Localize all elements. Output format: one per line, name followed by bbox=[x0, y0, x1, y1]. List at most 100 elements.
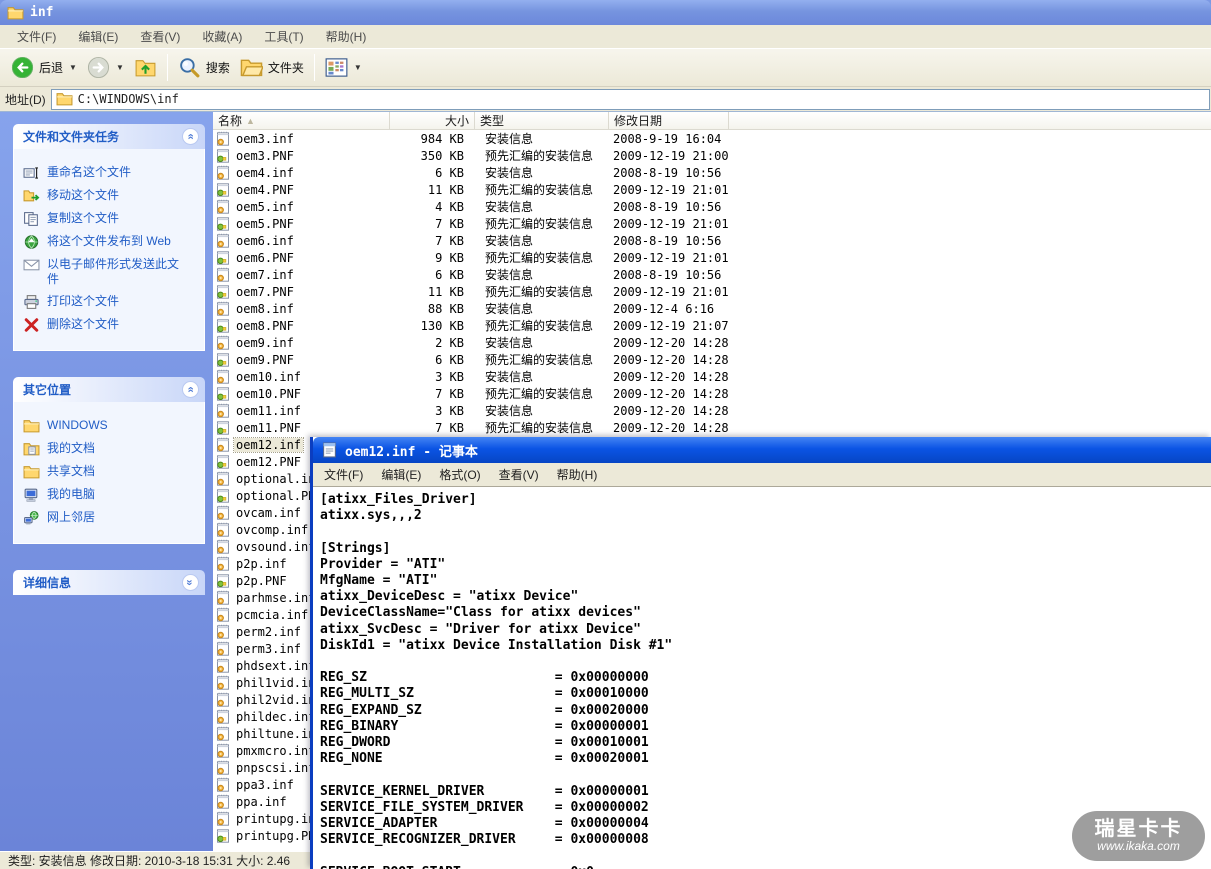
file-row[interactable]: oem5.inf4 KB安装信息2008-8-19 10:56 bbox=[213, 198, 1211, 215]
menu-item[interactable]: 收藏(A) bbox=[191, 25, 253, 48]
column-header-1[interactable]: 大小 bbox=[390, 112, 475, 129]
notepad-text[interactable]: [atixx_Files_Driver] atixx.sys,,,2 [Stri… bbox=[320, 492, 1211, 869]
file-date-cell: 2008-8-19 10:56 bbox=[609, 268, 729, 282]
file-row[interactable]: oem9.PNF6 KB预先汇编的安装信息2009-12-20 14:28 bbox=[213, 351, 1211, 368]
watermark-url: www.ikaka.com bbox=[1072, 840, 1205, 853]
menu-item[interactable]: 查看(V) bbox=[129, 25, 191, 48]
task-panel-header[interactable]: 其它位置« bbox=[13, 377, 205, 402]
notepad-menu-item[interactable]: 帮助(H) bbox=[548, 463, 607, 486]
sidebar-item-label: 网上邻居 bbox=[47, 510, 95, 525]
address-label: 地址(D) bbox=[5, 91, 46, 108]
file-row[interactable]: oem10.inf3 KB安装信息2009-12-20 14:28 bbox=[213, 368, 1211, 385]
forward-dropdown-icon[interactable]: ▼ bbox=[116, 63, 124, 72]
file-row[interactable]: oem3.inf984 KB安装信息2008-9-19 16:04 bbox=[213, 130, 1211, 147]
file-type-cell: 预先汇编的安装信息 bbox=[475, 351, 609, 368]
file-row[interactable]: oem7.PNF11 KB预先汇编的安装信息2009-12-19 21:01 bbox=[213, 283, 1211, 300]
inf-file-icon bbox=[216, 233, 230, 248]
file-row[interactable]: oem7.inf6 KB安装信息2008-8-19 10:56 bbox=[213, 266, 1211, 283]
column-header-label: 类型 bbox=[480, 112, 504, 129]
sidebar-item[interactable]: 打印这个文件 bbox=[23, 294, 200, 310]
file-size-cell: 6 KB bbox=[390, 166, 475, 180]
menu-item[interactable]: 编辑(E) bbox=[67, 25, 129, 48]
file-row[interactable]: oem8.PNF130 KB预先汇编的安装信息2009-12-19 21:07 bbox=[213, 317, 1211, 334]
sidebar-item[interactable]: 我的文档 bbox=[23, 441, 200, 457]
back-icon bbox=[11, 56, 34, 79]
pnf-file-icon bbox=[216, 573, 230, 588]
file-name: oem4.inf bbox=[234, 166, 296, 180]
file-row[interactable]: oem8.inf88 KB安装信息2009-12-4 6:16 bbox=[213, 300, 1211, 317]
folders-button[interactable]: 文件夹 bbox=[235, 54, 309, 81]
column-header-2[interactable]: 类型 bbox=[475, 112, 609, 129]
pnf-file-icon bbox=[216, 352, 230, 367]
search-label: 搜索 bbox=[206, 59, 230, 76]
sidebar-item[interactable]: 复制这个文件 bbox=[23, 211, 200, 227]
inf-file-icon bbox=[216, 726, 230, 741]
column-header-0[interactable]: 名称▲ bbox=[213, 112, 390, 129]
up-folder-icon bbox=[134, 56, 157, 79]
sidebar-item[interactable]: 网上邻居 bbox=[23, 510, 200, 526]
file-row[interactable]: oem5.PNF7 KB预先汇编的安装信息2009-12-19 21:01 bbox=[213, 215, 1211, 232]
file-name-cell: oem9.PNF bbox=[213, 352, 390, 367]
views-button[interactable]: ▼ bbox=[320, 54, 367, 81]
file-size-cell: 6 KB bbox=[390, 268, 475, 282]
file-type-cell: 安装信息 bbox=[475, 198, 609, 215]
sidebar-item[interactable]: 我的电脑 bbox=[23, 487, 200, 503]
back-dropdown-icon[interactable]: ▼ bbox=[69, 63, 77, 72]
back-button[interactable]: 后退 ▼ bbox=[6, 54, 82, 81]
file-row[interactable]: oem6.PNF9 KB预先汇编的安装信息2009-12-19 21:01 bbox=[213, 249, 1211, 266]
file-row[interactable]: oem10.PNF7 KB预先汇编的安装信息2009-12-20 14:28 bbox=[213, 385, 1211, 402]
task-panel-header[interactable]: 详细信息« bbox=[13, 570, 205, 595]
forward-button[interactable]: ▼ bbox=[82, 54, 129, 81]
sidebar-item[interactable]: 共享文档 bbox=[23, 464, 200, 480]
explorer-menubar: 文件(F)编辑(E)查看(V)收藏(A)工具(T)帮助(H) bbox=[0, 25, 1211, 49]
sidebar-item[interactable]: 以电子邮件形式发送此文件 bbox=[23, 257, 200, 287]
file-name-cell: oem8.inf bbox=[213, 301, 390, 316]
chevron-down-icon[interactable]: « bbox=[182, 574, 199, 591]
address-input[interactable]: C:\WINDOWS\inf bbox=[51, 89, 1210, 110]
sidebar-item[interactable]: WINDOWS bbox=[23, 418, 200, 434]
notepad-titlebar[interactable]: oem12.inf - 记事本 bbox=[313, 437, 1211, 463]
file-name: perm2.inf bbox=[234, 625, 303, 639]
folders-icon bbox=[240, 56, 263, 79]
file-name-cell: oem6.PNF bbox=[213, 250, 390, 265]
pnf-file-icon bbox=[216, 148, 230, 163]
notepad-menu-item[interactable]: 格式(O) bbox=[430, 463, 489, 486]
address-bar: 地址(D) C:\WINDOWS\inf bbox=[0, 87, 1211, 112]
explorer-titlebar[interactable]: inf bbox=[0, 0, 1211, 25]
menu-item[interactable]: 帮助(H) bbox=[315, 25, 378, 48]
inf-file-icon bbox=[216, 760, 230, 775]
menu-item[interactable]: 文件(F) bbox=[6, 25, 67, 48]
file-row[interactable]: oem11.PNF7 KB预先汇编的安装信息2009-12-20 14:28 bbox=[213, 419, 1211, 436]
sidebar-item[interactable]: 将这个文件发布到 Web bbox=[23, 234, 200, 250]
move-icon bbox=[23, 188, 40, 204]
notepad-menu-item[interactable]: 文件(F) bbox=[315, 463, 372, 486]
views-dropdown-icon[interactable]: ▼ bbox=[354, 63, 362, 72]
chevron-up-icon[interactable]: « bbox=[182, 128, 199, 145]
sidebar-item[interactable]: 移动这个文件 bbox=[23, 188, 200, 204]
notepad-edit-area[interactable]: [atixx_Files_Driver] atixx.sys,,,2 [Stri… bbox=[313, 487, 1211, 869]
file-name: oem4.PNF bbox=[234, 183, 296, 197]
file-row[interactable]: oem6.inf7 KB安装信息2008-8-19 10:56 bbox=[213, 232, 1211, 249]
file-row[interactable]: oem4.PNF11 KB预先汇编的安装信息2009-12-19 21:01 bbox=[213, 181, 1211, 198]
window-title: inf bbox=[30, 5, 53, 20]
search-button[interactable]: 搜索 bbox=[173, 54, 235, 81]
menu-item[interactable]: 工具(T) bbox=[253, 25, 314, 48]
notepad-menu-item[interactable]: 编辑(E) bbox=[372, 463, 430, 486]
chevron-up-icon[interactable]: « bbox=[182, 381, 199, 398]
file-row[interactable]: oem9.inf2 KB安装信息2009-12-20 14:28 bbox=[213, 334, 1211, 351]
sidebar-item-label: 移动这个文件 bbox=[47, 188, 119, 203]
toolbar-separator bbox=[167, 54, 168, 81]
file-row[interactable]: oem4.inf6 KB安装信息2008-8-19 10:56 bbox=[213, 164, 1211, 181]
file-date-cell: 2009-12-19 21:01 bbox=[609, 285, 729, 299]
file-row[interactable]: oem11.inf3 KB安装信息2009-12-20 14:28 bbox=[213, 402, 1211, 419]
sidebar-item[interactable]: 删除这个文件 bbox=[23, 317, 200, 333]
pnf-file-icon bbox=[216, 318, 230, 333]
notepad-menu-item[interactable]: 查看(V) bbox=[490, 463, 548, 486]
file-row[interactable]: oem3.PNF350 KB预先汇编的安装信息2009-12-19 21:00 bbox=[213, 147, 1211, 164]
task-panel-header[interactable]: 文件和文件夹任务« bbox=[13, 124, 205, 149]
column-header-label: 修改日期 bbox=[614, 112, 662, 129]
up-button[interactable] bbox=[129, 54, 162, 81]
sidebar-item[interactable]: 重命名这个文件 bbox=[23, 165, 200, 181]
column-header-3[interactable]: 修改日期 bbox=[609, 112, 729, 129]
pnf-file-icon bbox=[216, 250, 230, 265]
